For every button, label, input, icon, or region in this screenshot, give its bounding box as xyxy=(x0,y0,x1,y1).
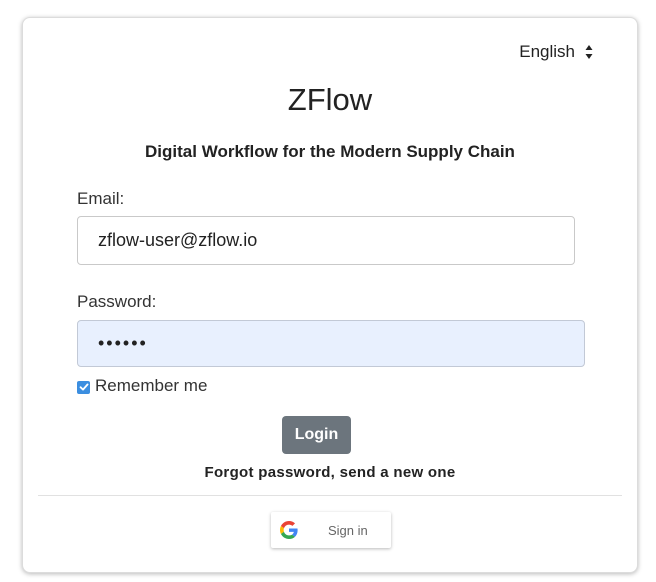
password-label: Password: xyxy=(77,292,157,311)
login-card: English ZFlow Digital Workflow for the M… xyxy=(22,17,638,573)
language-select-value: English xyxy=(519,42,575,61)
sort-arrows-icon xyxy=(585,45,593,59)
divider xyxy=(38,495,622,496)
remember-me-checkbox[interactable] xyxy=(77,380,90,394)
google-g-icon xyxy=(280,521,298,539)
app-tagline: Digital Workflow for the Modern Supply C… xyxy=(145,142,515,161)
email-field[interactable] xyxy=(77,216,575,265)
checkmark-icon xyxy=(79,383,88,391)
language-select[interactable]: English xyxy=(519,42,593,62)
google-signin-button[interactable]: Sign in xyxy=(271,512,391,548)
forgot-password-link[interactable]: Forgot password, send a new one xyxy=(23,464,637,481)
login-button[interactable]: Login xyxy=(282,416,351,454)
remember-me-label: Remember me xyxy=(95,376,208,395)
remember-me[interactable]: Remember me xyxy=(77,376,207,396)
email-label: Email: xyxy=(77,189,125,208)
password-field[interactable] xyxy=(77,320,585,367)
google-signin-label: Sign in xyxy=(328,522,368,538)
app-title: ZFlow xyxy=(287,82,373,117)
